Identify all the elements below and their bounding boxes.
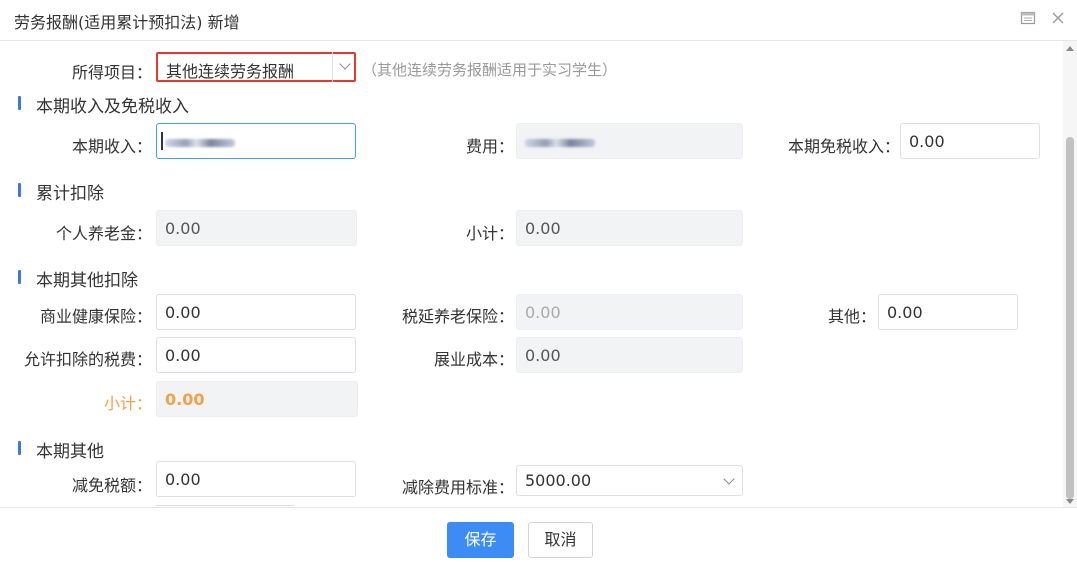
personal-pension-label: 个人养老金：: [55, 224, 152, 243]
expense-label: 费用：: [465, 137, 514, 156]
redacted-value: [525, 139, 595, 147]
current-income-label: 本期收入：: [71, 137, 152, 156]
section-title: 本期其他: [36, 442, 104, 462]
section-title: 累计扣除: [36, 184, 104, 204]
exhibition-cost-field: 0.00: [516, 337, 743, 373]
vertical-scrollbar[interactable]: [1063, 41, 1077, 507]
other-deduction-label: 其他：: [827, 307, 876, 326]
text-cursor: [161, 132, 163, 150]
maximize-icon[interactable]: [1020, 10, 1036, 26]
allowed-tax-input[interactable]: 0.00: [156, 337, 356, 373]
other-deduction-subtotal-field: 0.00: [156, 381, 358, 417]
expense-field: [516, 123, 743, 159]
exempt-income-value: 0.00: [909, 132, 945, 151]
other-deduction-input[interactable]: 0.00: [878, 294, 1018, 330]
income-item-dropdown-toggle[interactable]: [332, 52, 357, 82]
cumulative-subtotal-label: 小计：: [465, 224, 514, 243]
scroll-down-arrow-icon[interactable]: [1066, 499, 1074, 504]
tax-deferred-pension-label: 税延养老保险：: [401, 307, 514, 326]
chevron-down-icon: [723, 473, 735, 485]
close-icon[interactable]: [1050, 10, 1066, 26]
personal-pension-field: 0.00: [156, 210, 357, 246]
income-item-select[interactable]: 其他连续劳务报酬: [156, 52, 356, 82]
current-income-input[interactable]: [156, 123, 356, 159]
redacted-value: [165, 139, 235, 147]
other-deduction-value: 0.00: [887, 303, 923, 322]
save-button[interactable]: 保存: [447, 522, 514, 558]
health-insurance-input[interactable]: 0.00: [156, 294, 356, 330]
tax-reduction-input[interactable]: 0.00: [156, 461, 356, 497]
dialog-footer: 保存 取消: [0, 507, 1077, 571]
tax-reduction-value: 0.00: [165, 470, 201, 489]
tax-deferred-pension-value: 0.00: [525, 303, 561, 322]
section-marker: [18, 270, 21, 284]
deduction-standard-label: 减除费用标准：: [401, 478, 514, 497]
deduction-standard-value: 5000.00: [525, 471, 592, 490]
dialog-header: 劳务报酬(适用累计预扣法) 新增: [0, 0, 1077, 41]
health-insurance-label: 商业健康保险：: [39, 307, 152, 326]
section-title: 本期其他扣除: [36, 271, 138, 291]
scrollbar-thumb[interactable]: [1066, 137, 1074, 499]
income-item-label: 所得项目：: [71, 63, 152, 82]
deduction-standard-select[interactable]: 5000.00: [516, 465, 743, 496]
allowed-tax-label: 允许扣除的税费：: [23, 350, 152, 369]
other-deduction-subtotal-value: 0.00: [165, 390, 205, 409]
exhibition-cost-label: 展业成本：: [433, 350, 514, 369]
exhibition-cost-value: 0.00: [525, 346, 561, 365]
section-marker: [18, 183, 21, 197]
health-insurance-value: 0.00: [165, 303, 201, 322]
dialog-body: 所得项目： 其他连续劳务报酬 （其他连续劳务报酬适用于实习学生） 本期收入及免税…: [0, 41, 1063, 507]
personal-pension-value: 0.00: [165, 219, 201, 238]
exempt-income-label: 本期免税收入：: [787, 137, 900, 156]
section-title: 本期收入及免税收入: [36, 97, 189, 117]
tax-deferred-pension-field: 0.00: [516, 294, 743, 330]
cumulative-subtotal-field: 0.00: [516, 210, 743, 246]
section-marker: [18, 96, 21, 110]
chevron-down-icon: [339, 58, 351, 70]
income-item-hint: （其他连续劳务报酬适用于实习学生）: [362, 61, 618, 79]
other-deduction-subtotal-label: 小计：: [103, 394, 152, 413]
cancel-button[interactable]: 取消: [528, 522, 593, 558]
exempt-income-input[interactable]: 0.00: [900, 123, 1040, 159]
dialog-title: 劳务报酬(适用累计预扣法) 新增: [14, 13, 240, 32]
section-marker: [18, 441, 21, 455]
tax-reduction-label: 减免税额：: [71, 476, 152, 495]
income-item-value: 其他连续劳务报酬: [166, 62, 295, 81]
cumulative-subtotal-value: 0.00: [525, 219, 561, 238]
scroll-up-arrow-icon[interactable]: [1066, 46, 1074, 51]
allowed-tax-value: 0.00: [165, 346, 201, 365]
